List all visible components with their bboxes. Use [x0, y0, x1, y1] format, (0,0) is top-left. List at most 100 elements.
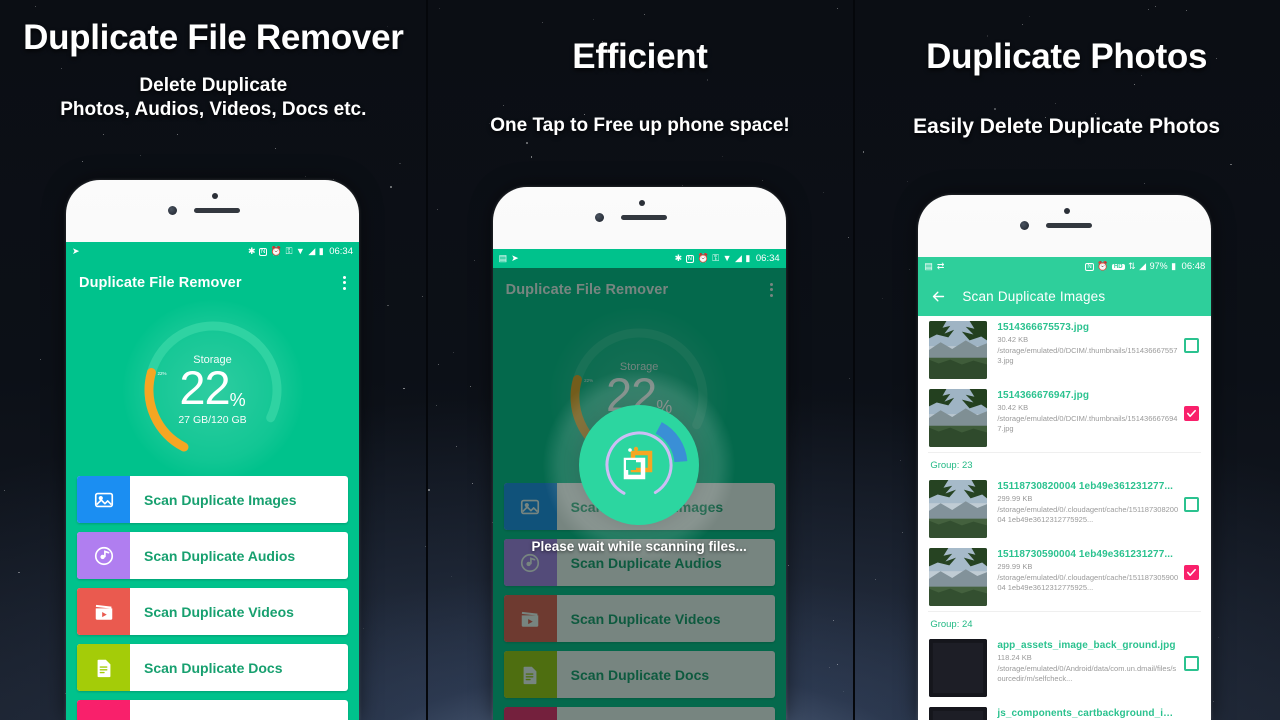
list-item[interactable]: 1514366675573.jpg 30.42 KB /storage/emul… — [918, 316, 1212, 384]
status-bar-time: 06:48 — [1181, 261, 1206, 272]
panel-duplicate-photos: Duplicate Photos Easily Delete Duplicate… — [853, 0, 1280, 720]
panel-3-subtitle: Easily Delete Duplicate Photos — [913, 115, 1221, 139]
scan-row-more[interactable] — [77, 700, 348, 720]
file-name: app_assets_image_back_ground.jpg — [997, 640, 1176, 651]
status-bar-time: 06:34 — [329, 246, 353, 257]
earpiece-speaker — [194, 208, 240, 213]
vpn-key-icon: ⚿ — [285, 246, 293, 256]
panel-divider-1 — [426, 0, 428, 720]
file-checkbox[interactable] — [1184, 656, 1200, 671]
app-title: Duplicate File Remover — [79, 274, 242, 291]
proximity-sensor-icon — [1064, 208, 1071, 214]
panel-2-title: Efficient — [572, 37, 708, 76]
status-bar-1: ➤ ✱ N ⏰ ⚿ ▼ ◢ ▮ 06:34 — [66, 242, 359, 261]
phone-mockup-3: ▤ ⇄ N ⏰ HD ⇅ ◢ 97% ▮ 06:48 Scan Duplicat… — [918, 195, 1212, 720]
list-item[interactable]: js_components_cartbackground_images... — [918, 702, 1212, 720]
list-item[interactable]: app_assets_image_back_ground.jpg 118.24 … — [918, 634, 1212, 702]
scan-row-label: Scan Duplicate Videos — [144, 603, 294, 620]
photo-icon: ▤ — [924, 261, 933, 271]
thumbnail-image — [929, 707, 988, 720]
earpiece-speaker — [1046, 223, 1093, 228]
battery-icon: ▮ — [318, 246, 324, 256]
list-item[interactable]: 1514366676947.jpg 30.42 KB /storage/emul… — [918, 384, 1212, 452]
file-checkbox[interactable] — [1184, 406, 1200, 421]
panel-efficient: Efficient One Tap to Free up phone space… — [427, 0, 854, 720]
scan-row-label — [130, 700, 348, 720]
phone-screen-2: ▤ ➤ ✱ N ⏰ ⚿ ▼ ◢ ▮ 06:34 Duplic — [492, 249, 786, 720]
duplicate-results-list[interactable]: 1514366675573.jpg 30.42 KB /storage/emul… — [918, 316, 1212, 720]
duplicate-scan-icon — [590, 416, 688, 513]
gauge-label: Storage — [193, 354, 232, 366]
battery-icon: ▮ — [1171, 261, 1177, 271]
battery-icon: ▮ — [745, 253, 751, 263]
file-name: 15118730590004 1eb49e361231277... — [997, 549, 1174, 560]
file-size: 30.42 KB — [997, 335, 1029, 344]
photo-icon: ▤ — [498, 253, 508, 263]
screenshot-panels: Duplicate File Remover Delete Duplicate P… — [0, 0, 1280, 720]
wifi-icon: ▼ — [722, 253, 732, 263]
file-size: 299.99 KB — [997, 562, 1033, 571]
status-bar-3: ▤ ⇄ N ⏰ HD ⇅ ◢ 97% ▮ 06:48 — [918, 257, 1212, 276]
file-meta: 1514366676947.jpg 30.42 KB /storage/emul… — [987, 389, 1178, 434]
panel-2-subtitle: One Tap to Free up phone space! — [490, 115, 790, 137]
signal-icon: ◢ — [735, 253, 742, 263]
file-meta: app_assets_image_back_ground.jpg 118.24 … — [987, 639, 1178, 684]
file-path: /storage/emulated/0/DCIM/.thumbnails/151… — [997, 346, 1178, 366]
gauge-value: 22 — [179, 361, 230, 414]
phone-bezel-top — [493, 187, 786, 249]
more-icon — [77, 700, 130, 720]
panel-duplicate-file-remover: Duplicate File Remover Delete Duplicate P… — [0, 0, 427, 720]
nfc-icon: N — [1085, 262, 1094, 271]
scan-options-list-1: Scan Duplicate Images Scan Duplicate Aud… — [66, 476, 359, 720]
file-checkbox[interactable] — [1184, 565, 1200, 580]
file-name: 15118730820004 1eb49e361231277... — [997, 481, 1174, 492]
file-meta: js_components_cartbackground_images... — [987, 707, 1178, 720]
proximity-sensor-icon — [638, 200, 645, 206]
file-size: 118.24 KB — [997, 653, 1032, 662]
list-item[interactable]: 15118730590004 1eb49e361231277... 299.99… — [918, 543, 1212, 611]
app-bar-3: Scan Duplicate Images — [918, 276, 1212, 316]
gauge-readout: Storage 22 % 27 GB/120 GB — [134, 311, 292, 469]
phone-bezel-top — [918, 195, 1211, 257]
app-bar-1: Duplicate File Remover — [66, 261, 359, 304]
thumbnail-image — [929, 480, 988, 538]
sync-icon: ⇄ — [936, 261, 945, 271]
send-icon: ➤ — [511, 253, 519, 263]
scan-row-images[interactable]: Scan Duplicate Images — [77, 476, 348, 523]
gauge-unit: % — [229, 390, 246, 410]
thumbnail-image — [929, 548, 988, 606]
file-meta: 1514366675573.jpg 30.42 KB /storage/emul… — [987, 321, 1178, 366]
panel-divider-2 — [853, 0, 855, 720]
vpn-key-icon: ⚿ — [712, 253, 720, 263]
thumbnail-image — [929, 389, 988, 447]
data-icon: ⇅ — [1128, 261, 1136, 271]
thumbnail-image — [929, 321, 988, 379]
file-checkbox[interactable] — [1184, 338, 1200, 353]
doc-icon — [77, 644, 130, 691]
file-meta: 15118730820004 1eb49e361231277... 299.99… — [987, 480, 1178, 525]
scan-row-docs[interactable]: Scan Duplicate Docs — [77, 644, 348, 691]
group-label: Group: 23 — [918, 453, 1212, 475]
back-arrow-icon[interactable] — [928, 286, 948, 306]
list-item[interactable]: 15118730820004 1eb49e361231277... 299.99… — [918, 475, 1212, 543]
bluetooth-icon: ✱ — [674, 253, 683, 263]
signal-icon: ◢ — [308, 246, 316, 256]
storage-gauge-section: 22% Storage 22 % 27 GB/120 GB — [66, 300, 359, 480]
phone-mockup-1: ➤ ✱ N ⏰ ⚿ ▼ ◢ ▮ 06:34 Duplicate File Rem… — [66, 180, 359, 720]
front-camera-icon — [594, 213, 604, 222]
file-size: 299.99 KB — [997, 494, 1033, 503]
proximity-sensor-icon — [212, 193, 218, 199]
storage-gauge: 22% Storage 22 % 27 GB/120 GB — [134, 311, 292, 469]
panel-3-title: Duplicate Photos — [926, 37, 1208, 76]
signal-icon: ◢ — [1139, 261, 1147, 271]
video-icon — [77, 588, 130, 635]
scan-row-videos[interactable]: Scan Duplicate Videos — [77, 588, 348, 635]
group-label: Group: 24 — [918, 612, 1212, 634]
bluetooth-icon: ✱ — [247, 246, 256, 256]
thumbnail-image — [929, 639, 988, 697]
audio-icon — [77, 532, 130, 579]
file-path: /storage/emulated/0/DCIM/.thumbnails/151… — [997, 414, 1178, 434]
file-checkbox[interactable] — [1184, 497, 1200, 512]
overflow-menu-icon[interactable] — [343, 275, 346, 290]
scan-row-audios[interactable]: Scan Duplicate Audios — [77, 532, 348, 579]
